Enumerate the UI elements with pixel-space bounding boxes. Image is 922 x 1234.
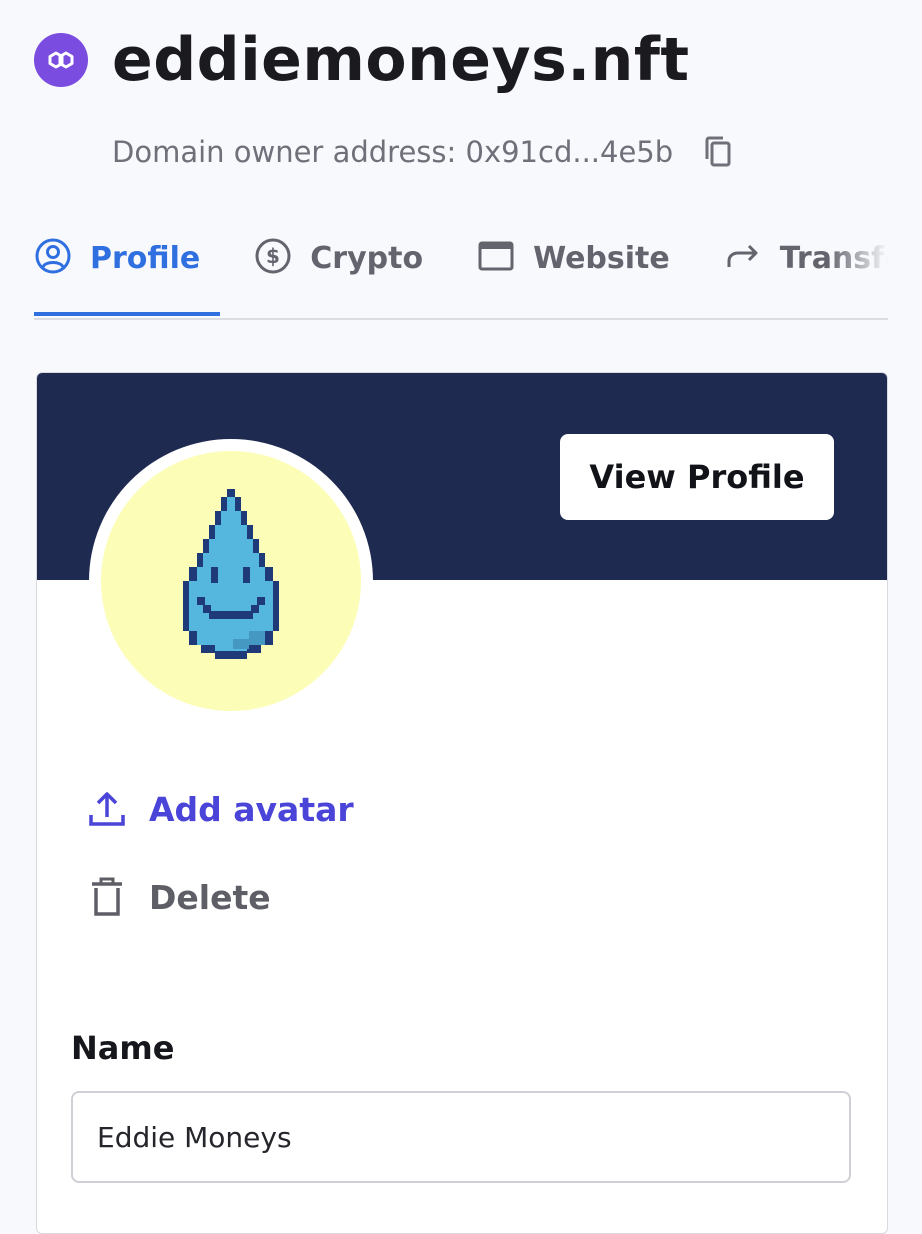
polygon-icon [34, 33, 88, 87]
name-field[interactable] [71, 1091, 851, 1183]
tab-transfer[interactable]: Transfer [724, 222, 888, 294]
tab-crypto[interactable]: $ Crypto [254, 222, 443, 294]
share-arrow-icon [724, 237, 762, 280]
browser-window-icon [477, 237, 515, 280]
add-avatar-button[interactable]: Add avatar [87, 787, 354, 831]
dollar-circle-icon: $ [254, 237, 292, 280]
tab-crypto-label: Crypto [310, 240, 424, 276]
domain-title: eddiemoneys.nft [112, 25, 690, 95]
tab-profile[interactable]: Profile [34, 222, 221, 316]
owner-address-label: Domain owner address: 0x91cd...4e5b [112, 135, 674, 169]
delete-avatar-button[interactable]: Delete [87, 875, 271, 919]
delete-label: Delete [149, 877, 271, 917]
profile-card: View Profile Add avatar Delete Name Eddi… [36, 372, 888, 1234]
tab-transfer-label: Transfer [779, 240, 888, 276]
tab-website-label: Website [533, 240, 670, 276]
avatar-frame [89, 439, 373, 723]
pixel-water-drop-avatar [183, 489, 279, 659]
trash-icon [87, 875, 127, 919]
tab-website[interactable]: Website [477, 222, 690, 294]
upload-icon [87, 787, 127, 831]
copy-icon[interactable] [701, 134, 735, 170]
tab-bar: Profile $ Crypto Website Transfer [34, 222, 888, 320]
tab-profile-label: Profile [90, 240, 201, 276]
add-avatar-label: Add avatar [149, 789, 354, 829]
owner-address-row: Domain owner address: 0x91cd...4e5b [112, 134, 735, 170]
svg-text:$: $ [266, 244, 280, 268]
view-profile-button[interactable]: View Profile [560, 434, 834, 520]
avatar [101, 451, 361, 711]
user-circle-icon [34, 237, 72, 280]
name-field-label: Name [71, 1029, 175, 1067]
page-header: eddiemoneys.nft [34, 30, 690, 90]
